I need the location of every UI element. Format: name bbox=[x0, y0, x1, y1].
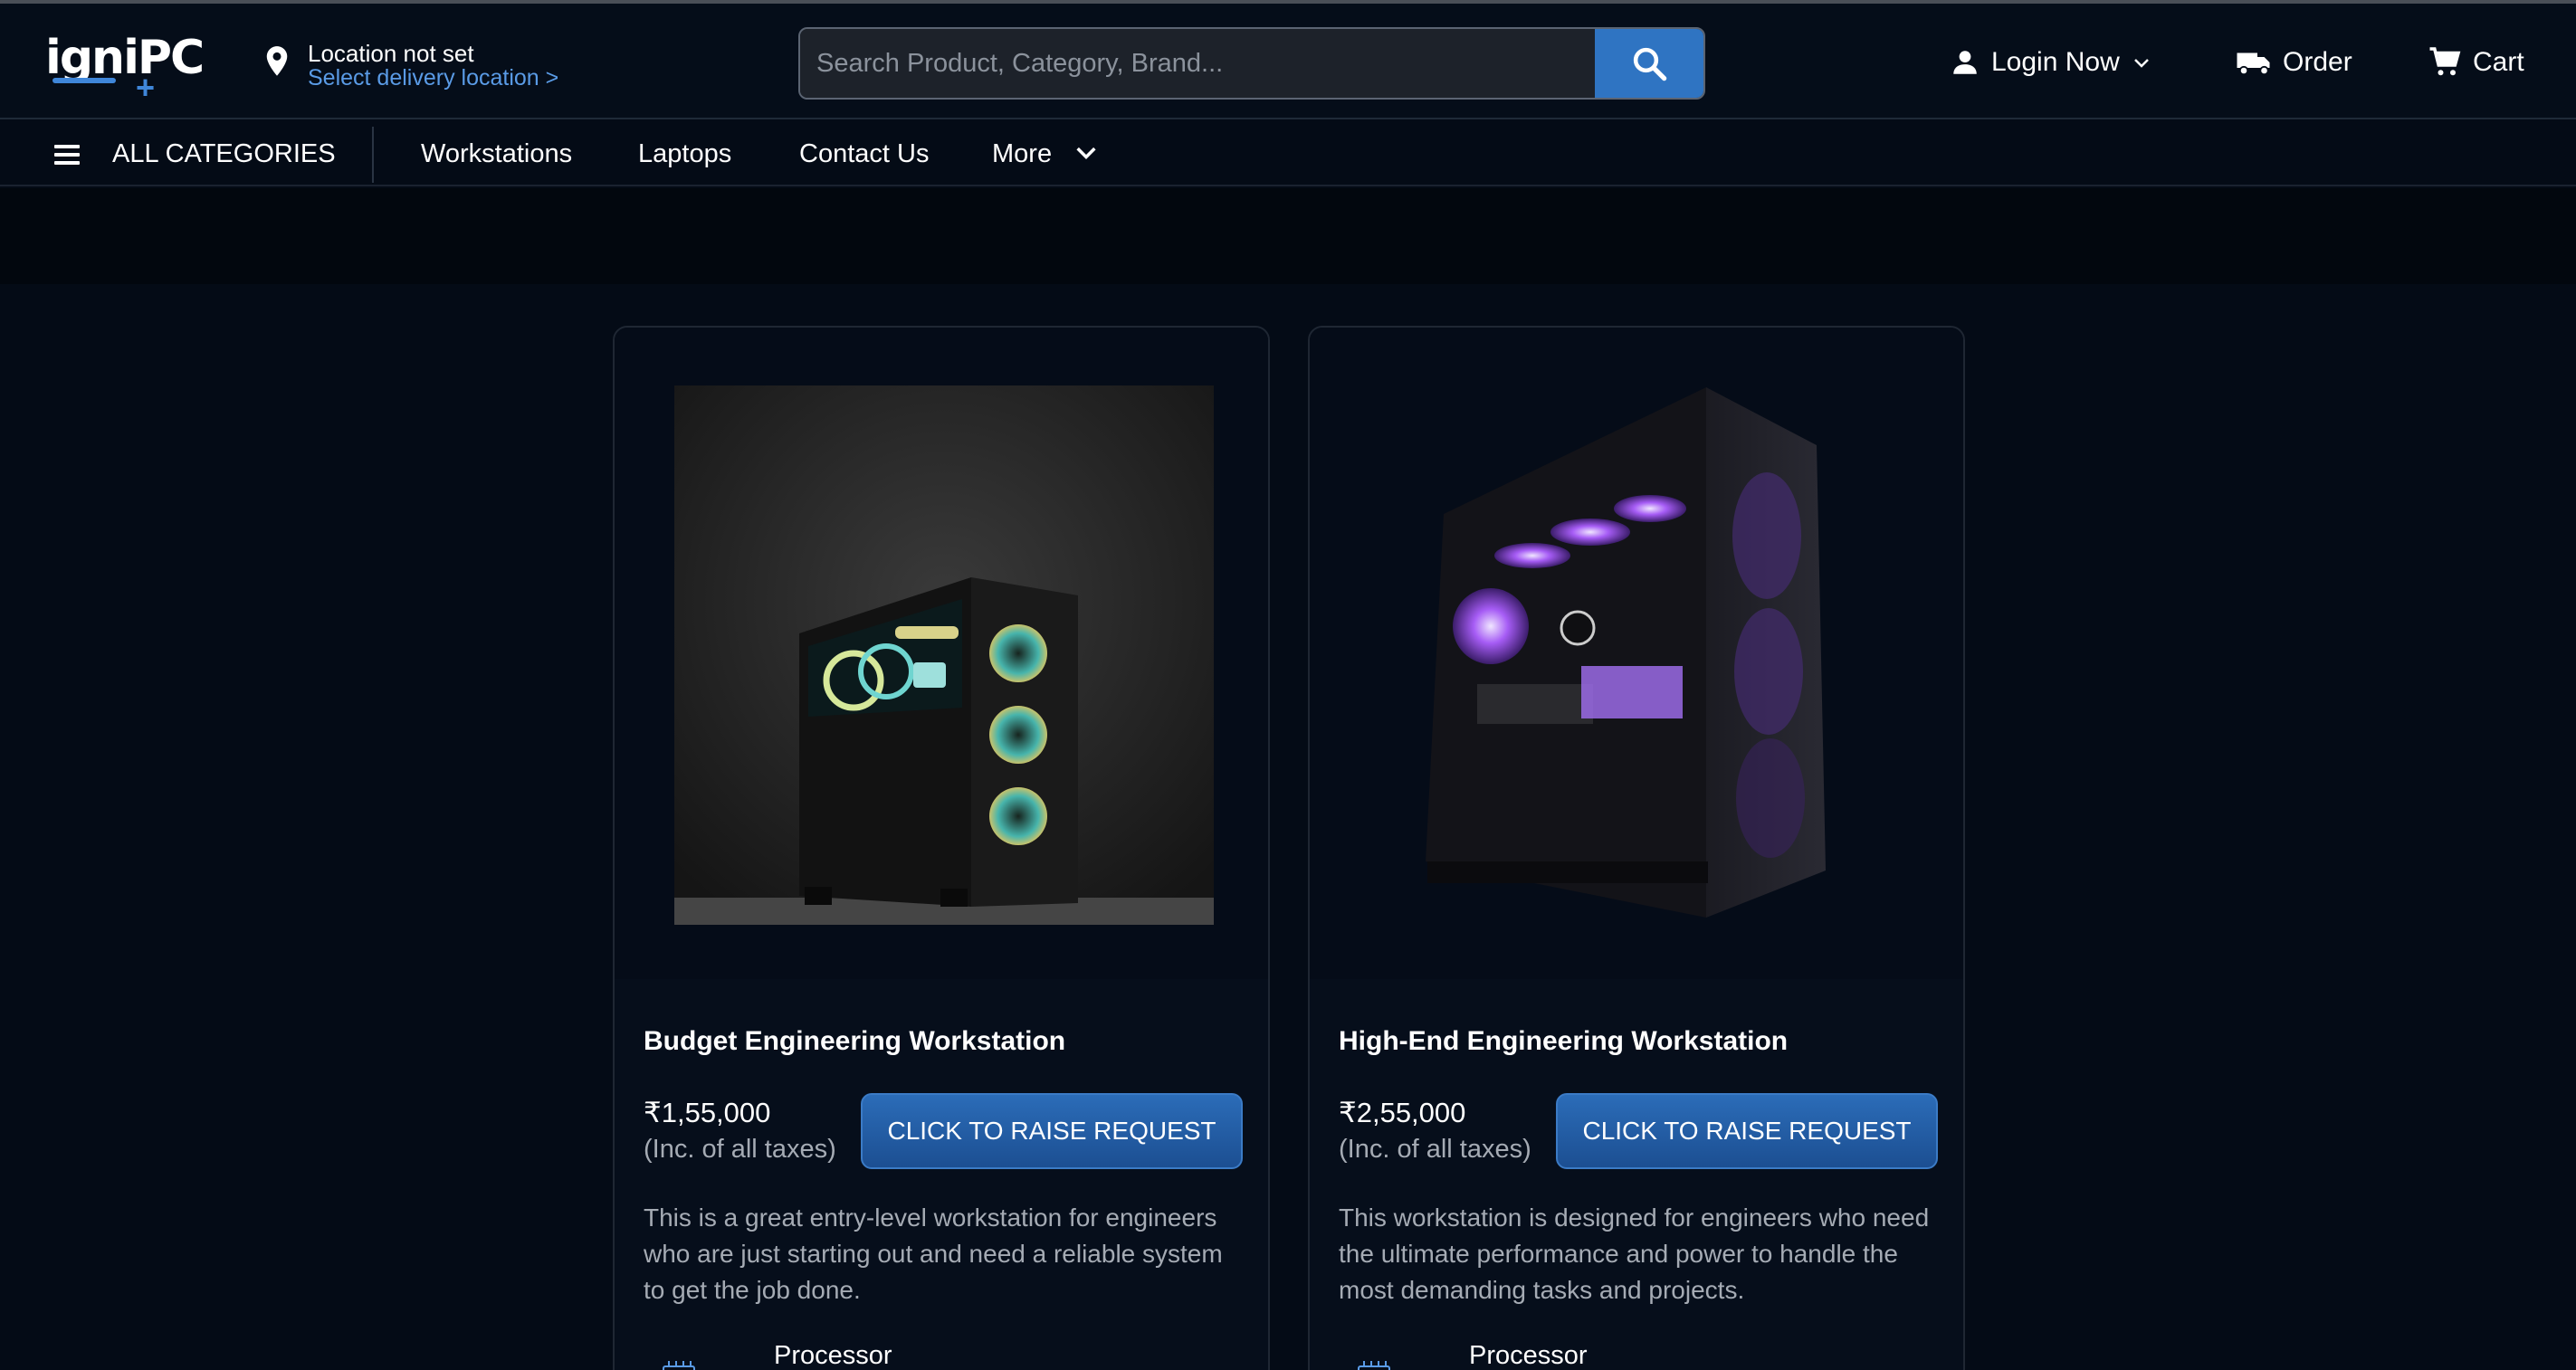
order-label: Order bbox=[2283, 47, 2352, 77]
product-card[interactable]: Budget Engineering Workstation ₹1,55,000… bbox=[613, 326, 1270, 1370]
raise-request-button[interactable]: CLICK TO RAISE REQUEST bbox=[861, 1093, 1243, 1169]
nav-link-more[interactable]: More bbox=[992, 139, 1052, 169]
product-title[interactable]: Budget Engineering Workstation bbox=[644, 1026, 1065, 1057]
search-button[interactable] bbox=[1595, 29, 1703, 98]
processor-icon bbox=[663, 1361, 695, 1370]
product-card[interactable]: High-End Engineering Workstation ₹2,55,0… bbox=[1308, 326, 1965, 1370]
search-input[interactable] bbox=[800, 29, 1597, 98]
banner-strip bbox=[0, 188, 2576, 284]
login-button[interactable]: Login Now bbox=[1950, 40, 2152, 85]
select-location-link[interactable]: Select delivery location > bbox=[308, 65, 558, 91]
product-image[interactable] bbox=[615, 328, 1268, 979]
search-icon bbox=[1633, 47, 1667, 81]
tax-note: (Inc. of all taxes) bbox=[1339, 1135, 1531, 1164]
product-description: This is a great entry-level workstation … bbox=[644, 1204, 1223, 1304]
raise-request-button[interactable]: CLICK TO RAISE REQUEST bbox=[1556, 1093, 1938, 1169]
all-categories-button[interactable]: ALL CATEGORIES bbox=[112, 139, 336, 169]
product-price: ₹1,55,000 bbox=[644, 1097, 771, 1128]
ignipc-logo[interactable]: igniPC + bbox=[45, 31, 205, 106]
truck-icon bbox=[2237, 52, 2270, 76]
location-pin-icon bbox=[266, 46, 288, 76]
nav-divider bbox=[372, 127, 374, 183]
nav-link-laptops[interactable]: Laptops bbox=[638, 139, 731, 169]
nav-link-workstations[interactable]: Workstations bbox=[421, 139, 572, 169]
product-title[interactable]: High-End Engineering Workstation bbox=[1339, 1026, 1788, 1057]
chevron-down-icon bbox=[2133, 59, 2149, 68]
cart-label: Cart bbox=[2473, 47, 2524, 77]
spec-label-processor: Processor bbox=[774, 1341, 892, 1370]
cart-button[interactable]: Cart bbox=[2428, 40, 2524, 85]
location-status: Location not set bbox=[308, 40, 474, 67]
chevron-down-icon[interactable] bbox=[1073, 145, 1099, 163]
product-price: ₹2,55,000 bbox=[1339, 1097, 1466, 1128]
logo-underline bbox=[52, 78, 116, 83]
login-label: Login Now bbox=[1991, 47, 2120, 77]
product-description: This workstation is designed for enginee… bbox=[1339, 1204, 1930, 1304]
logo-text: igniPC bbox=[45, 31, 205, 85]
spec-label-processor: Processor bbox=[1469, 1341, 1588, 1370]
tax-note: (Inc. of all taxes) bbox=[644, 1135, 836, 1164]
search-bar bbox=[798, 27, 1705, 100]
site-header: igniPC + Location not set Select deliver… bbox=[0, 4, 2576, 119]
product-image[interactable] bbox=[1310, 328, 1963, 979]
processor-icon bbox=[1358, 1361, 1390, 1370]
logo-plus-mark: + bbox=[136, 69, 156, 106]
user-icon bbox=[1953, 51, 1977, 74]
category-nav: ALL CATEGORIES Workstations Laptops Cont… bbox=[0, 121, 2576, 186]
order-button[interactable]: Order bbox=[2236, 40, 2352, 85]
menu-icon[interactable] bbox=[51, 141, 87, 168]
nav-link-contact-us[interactable]: Contact Us bbox=[799, 139, 929, 169]
cart-icon bbox=[2429, 47, 2461, 76]
product-image-area bbox=[1310, 328, 1963, 979]
product-image-area bbox=[615, 328, 1268, 979]
